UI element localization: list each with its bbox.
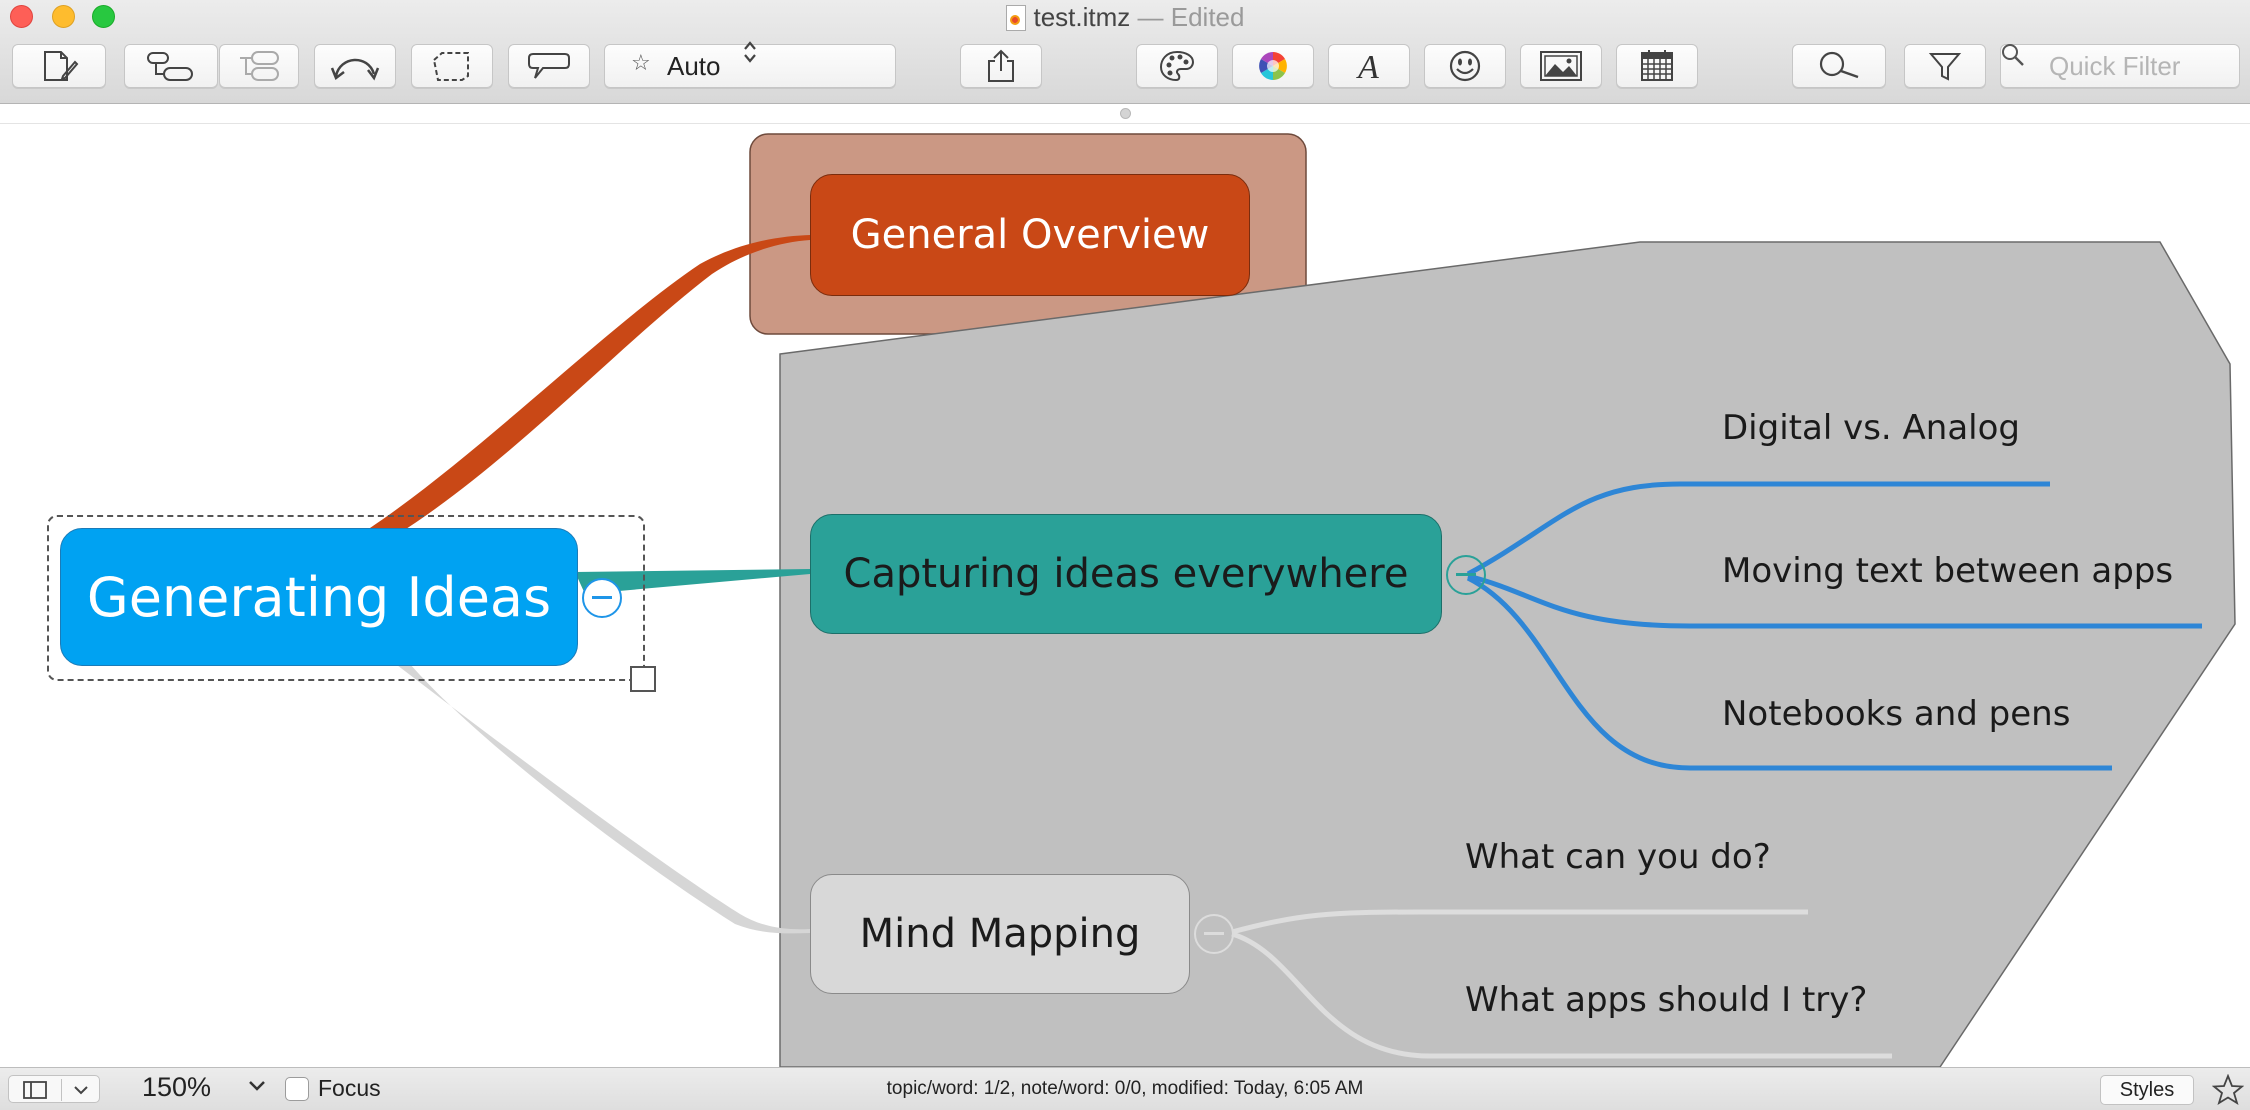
add-subtopic-icon: [240, 51, 279, 81]
chevron-updown-icon: [744, 41, 756, 63]
styles-button[interactable]: Styles: [2100, 1075, 2194, 1105]
document-icon: [1005, 5, 1026, 31]
topic-capturing-ideas-label: Capturing ideas everywhere: [843, 551, 1409, 597]
splitter-handle[interactable]: [1120, 108, 1131, 119]
subtopic-what-apps[interactable]: What apps should I try?: [1465, 980, 1867, 1020]
calendar-icon: [1641, 50, 1673, 81]
star-icon[interactable]: [2212, 1074, 2244, 1106]
collapse-capturing-button[interactable]: [1446, 555, 1486, 595]
image-button[interactable]: [1520, 44, 1602, 88]
resize-handle[interactable]: [630, 666, 656, 692]
quick-filter-input[interactable]: Quick Filter: [2000, 44, 2240, 88]
mind-map-canvas[interactable]: Generating Ideas General Overview Captur…: [0, 124, 2250, 1067]
subtopic-label: Notebooks and pens: [1722, 694, 2071, 734]
calendar-button[interactable]: [1616, 44, 1698, 88]
filter-icon: [1928, 53, 1962, 81]
toolbar-split-bar: [0, 104, 2250, 124]
window-title-edited: — Edited: [1137, 2, 1245, 32]
subtopic-label: What apps should I try?: [1465, 980, 1868, 1020]
emoji-button[interactable]: [1424, 44, 1506, 88]
topic-mind-mapping[interactable]: Mind Mapping: [810, 874, 1190, 994]
minus-icon: [1204, 932, 1224, 935]
add-subtopic-button[interactable]: [219, 44, 299, 88]
boundary-button[interactable]: [411, 44, 493, 88]
style-select[interactable]: ☆ Auto: [604, 41, 896, 88]
style-select-value: Auto: [667, 51, 721, 81]
font-button[interactable]: A: [1328, 44, 1410, 88]
svg-text:A: A: [1356, 49, 1379, 83]
subtopic-digital-analog[interactable]: Digital vs. Analog: [1722, 408, 2020, 448]
minus-icon: [1456, 573, 1476, 576]
window-title-text: test.itmz: [1033, 2, 1131, 32]
star-icon: ☆: [631, 51, 651, 76]
collapse-central-button[interactable]: [582, 578, 622, 618]
minus-icon: [592, 596, 612, 599]
search-button[interactable]: [1792, 44, 1886, 88]
color-wheel-icon: [1259, 52, 1287, 80]
window-title: test.itmz — Edited: [0, 1, 2250, 33]
quick-filter-placeholder: Quick Filter: [2049, 51, 2181, 81]
connector-general-overview: [370, 235, 810, 536]
document-stats: topic/word: 1/2, note/word: 0/0, modifie…: [886, 1078, 1364, 1099]
topic-general-overview[interactable]: General Overview: [810, 174, 1250, 296]
toolbar: test.itmz — Edited ☆ Auto A Quick Filter: [0, 0, 2250, 104]
color-button[interactable]: [1232, 44, 1314, 88]
image-icon: [1540, 51, 1582, 81]
topic-mind-mapping-label: Mind Mapping: [859, 911, 1141, 957]
styles-palette-button[interactable]: [1136, 44, 1218, 88]
topic-general-overview-label: General Overview: [850, 212, 1210, 258]
callout-button[interactable]: [508, 44, 590, 88]
filter-button[interactable]: [1904, 44, 1986, 88]
new-note-icon: [44, 51, 79, 81]
emoji-icon: [1449, 50, 1481, 82]
share-button[interactable]: [960, 44, 1042, 88]
subtopic-notebooks[interactable]: Notebooks and pens: [1722, 694, 2070, 734]
central-topic[interactable]: Generating Ideas: [60, 528, 578, 666]
callout-icon: [528, 53, 570, 79]
search-icon: [1819, 51, 1859, 79]
subtopic-moving-text[interactable]: Moving text between apps: [1722, 551, 2173, 591]
relationship-icon: [330, 58, 380, 81]
subtopic-label: What can you do?: [1465, 837, 1771, 877]
subtopic-what-can-you-do[interactable]: What can you do?: [1465, 837, 1771, 877]
subtopic-label: Digital vs. Analog: [1722, 408, 2020, 448]
connector-mind-mapping: [380, 652, 810, 934]
topic-capturing-ideas[interactable]: Capturing ideas everywhere: [810, 514, 1442, 634]
collapse-mind-mapping-button[interactable]: [1194, 914, 1234, 954]
subtopic-label: Moving text between apps: [1722, 551, 2174, 591]
central-topic-label: Generating Ideas: [86, 565, 552, 629]
new-note-button[interactable]: [12, 44, 106, 88]
status-bar: 150% Focus topic/word: 1/2, note/word: 0…: [0, 1067, 2250, 1110]
add-topic-button[interactable]: [124, 44, 218, 88]
font-icon: A: [1356, 49, 1379, 83]
share-icon: [988, 49, 1014, 82]
relationship-button[interactable]: [314, 44, 396, 88]
add-topic-icon: [147, 52, 193, 81]
boundary-icon: [432, 52, 469, 81]
styles-palette-icon: [1159, 50, 1195, 82]
search-icon: [2002, 44, 2024, 66]
